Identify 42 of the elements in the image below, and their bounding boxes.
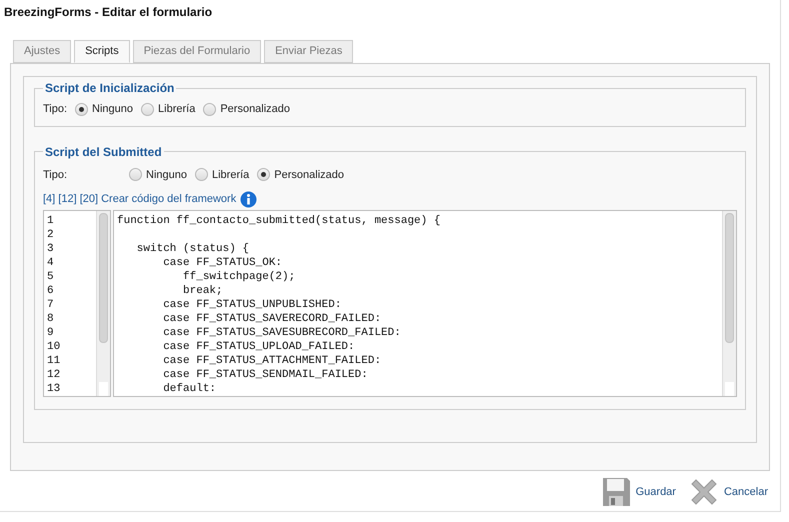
radio-label: Librería <box>212 168 250 182</box>
info-icon[interactable] <box>240 191 258 208</box>
type-label: Tipo: <box>43 102 68 117</box>
tab[interactable]: Ajustes <box>13 40 72 63</box>
line-number: 12 <box>47 368 62 382</box>
radio-button[interactable] <box>141 102 154 116</box>
window-title: BreezingForms - Editar el formulario <box>3 4 214 21</box>
radio-label: Ninguno <box>146 168 187 182</box>
line-number: 4 <box>47 256 55 270</box>
radio-button[interactable] <box>257 168 270 182</box>
cancel-button[interactable]: Cancelar <box>688 476 768 508</box>
radio-button[interactable] <box>129 168 142 182</box>
line-number: 6 <box>47 284 55 298</box>
section-legend: Script del Submitted <box>43 142 164 160</box>
line-number: 1 <box>47 214 55 228</box>
radio-label: Personalizado <box>274 168 344 182</box>
framework-link[interactable]: [4] [12] [20] Crear código del framework <box>43 191 236 208</box>
radio-label: Ninguno <box>92 102 134 117</box>
code-editor[interactable] <box>113 210 737 397</box>
code-text: function ff_contacto_submitted(status, message) { switch (status) { case FF_STATUS_OK: ff_switchpage(2); break; case FF_STATUS_UNPUBLISHED: case FF_STATUS_SAVERECORD_FAILED: case FF_STATUS_SAVESUBRECORD_FAILED: case FF_STATUS_UPLOAD_FAILED: case FF_STATUS_ATTACHMENT_FAILED: case FF_STATUS_SENDMAIL_FAILED: default: <box>116 214 442 396</box>
line-number: 10 <box>47 340 62 354</box>
scrollbar[interactable] <box>96 211 110 396</box>
line-number: 3 <box>47 242 55 256</box>
radio-button[interactable] <box>203 102 216 116</box>
line-number: 11 <box>47 354 62 368</box>
scrollbar[interactable] <box>722 211 736 396</box>
line-number: 9 <box>47 326 55 340</box>
radio-button[interactable] <box>194 168 208 182</box>
type-label: Tipo: <box>43 168 68 182</box>
line-number: 5 <box>47 270 55 284</box>
radio-button[interactable] <box>75 102 88 116</box>
radio-label: Personalizado <box>220 102 290 117</box>
line-number: 7 <box>47 298 55 312</box>
radio-label: Librería <box>158 102 196 117</box>
tab[interactable]: Enviar Piezas <box>264 40 354 63</box>
tab[interactable]: Piezas del Formulario <box>132 40 262 63</box>
tab[interactable]: Scripts <box>74 40 130 63</box>
line-number: 2 <box>47 228 55 242</box>
line-number: 13 <box>47 382 62 396</box>
save-button[interactable]: Guardar <box>600 476 676 508</box>
section-legend: Script de Inicialización <box>43 79 176 97</box>
line-number: 8 <box>47 312 55 326</box>
